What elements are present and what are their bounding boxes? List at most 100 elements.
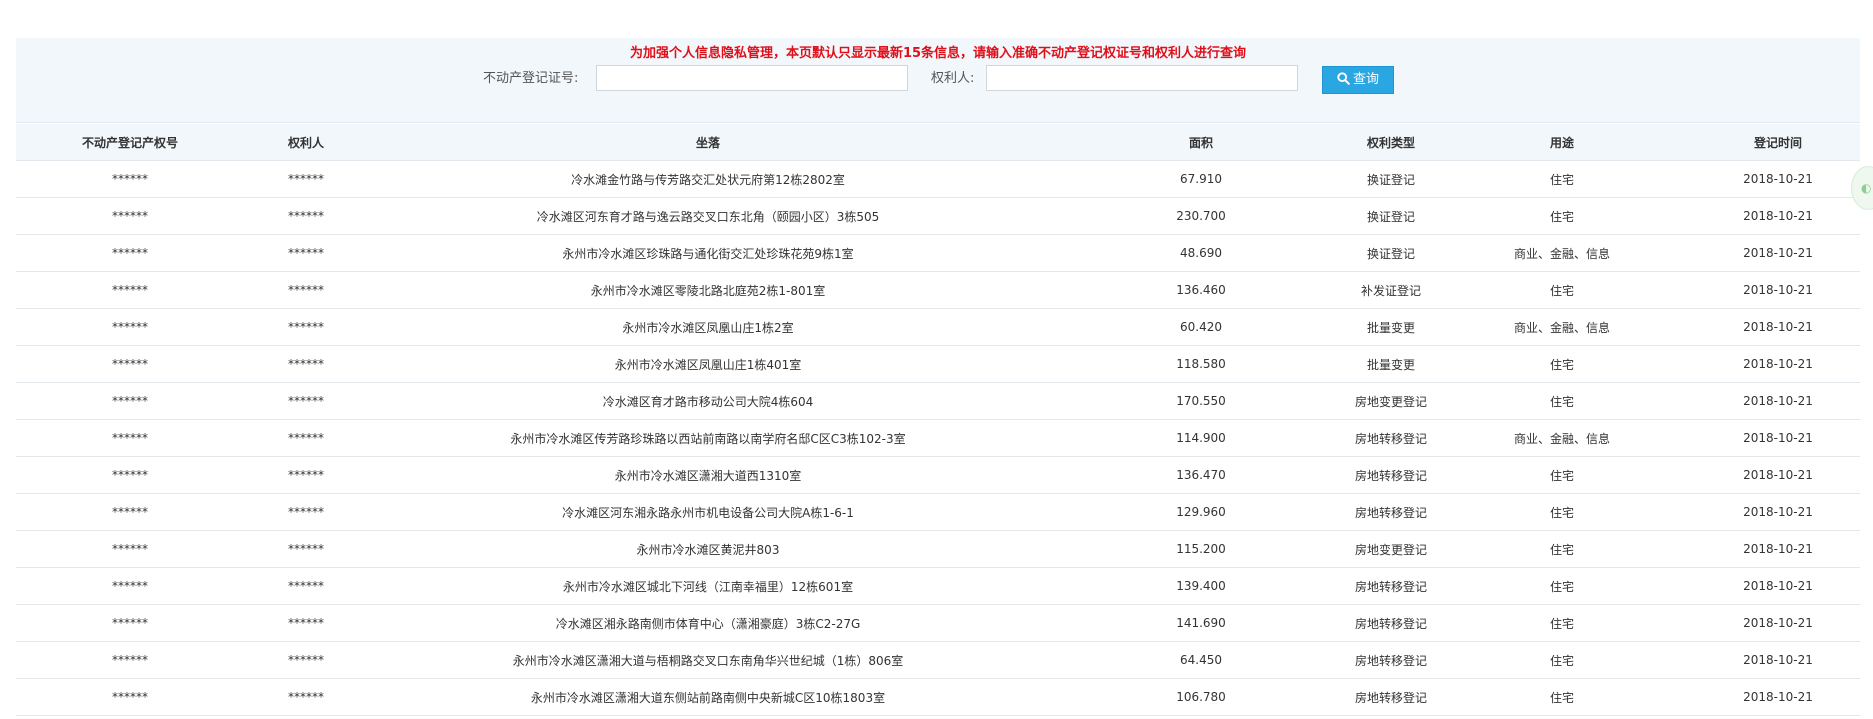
cell-usage: 商业、金融、信息 <box>1428 419 1696 457</box>
table-row: ****** ****** 永州市冷水滩区潇湘大道与梧桐路交叉口东南角华兴世纪城（1… <box>16 641 1860 679</box>
cell-cert-number: ****** <box>16 197 244 235</box>
cell-right-type: 批量变更 <box>1354 345 1428 383</box>
cell-location: 冷水滩区育才路市移动公司大院4栋604 <box>368 382 1048 420</box>
cell-owner: ****** <box>244 382 368 420</box>
cell-owner: ****** <box>244 271 368 309</box>
cell-cert-number: ****** <box>16 382 244 420</box>
cell-area: 136.460 <box>1048 271 1354 309</box>
cell-location: 冷水滩区河东育才路与逸云路交叉口东北角（颐园小区）3栋505 <box>368 197 1048 235</box>
cell-area: 136.470 <box>1048 456 1354 494</box>
cell-usage: 住宅 <box>1428 382 1696 420</box>
cell-reg-date: 2018-10-21 <box>1696 308 1860 346</box>
cell-location: 永州市冷水滩区潇湘大道东侧站前路南侧中央新城C区10栋1803室 <box>368 678 1048 716</box>
table-row: ****** ****** 冷水滩区育才路市移动公司大院4栋604 170.550 房地… <box>16 382 1860 420</box>
cell-usage: 住宅 <box>1428 345 1696 383</box>
cell-owner: ****** <box>244 493 368 531</box>
cell-owner: ****** <box>244 641 368 679</box>
cell-usage: 住宅 <box>1428 641 1696 679</box>
owner-input[interactable] <box>986 65 1298 91</box>
cell-cert-number: ****** <box>16 641 244 679</box>
cell-owner: ****** <box>244 678 368 716</box>
table-row: ****** ****** 永州市冷水滩区传芳路珍珠路以西站前南路以南学府名邸C区C… <box>16 419 1860 457</box>
header-reg-date: 登记时间 <box>1696 124 1860 161</box>
cell-right-type: 批量变更 <box>1354 308 1428 346</box>
cell-owner: ****** <box>244 197 368 235</box>
cell-reg-date: 2018-10-21 <box>1696 197 1860 235</box>
cell-right-type: 换证登记 <box>1354 160 1428 198</box>
cell-usage: 住宅 <box>1428 197 1696 235</box>
cell-location: 永州市冷水滩区传芳路珍珠路以西站前南路以南学府名邸C区C3栋102-3室 <box>368 419 1048 457</box>
side-float-icon: ◐ <box>1861 181 1872 195</box>
header-area: 面积 <box>1048 124 1354 161</box>
cell-cert-number: ****** <box>16 308 244 346</box>
cell-right-type: 换证登记 <box>1354 234 1428 272</box>
cell-reg-date: 2018-10-21 <box>1696 493 1860 531</box>
cell-cert-number: ****** <box>16 271 244 309</box>
cell-right-type: 房地转移登记 <box>1354 567 1428 605</box>
cell-reg-date: 2018-10-21 <box>1696 641 1860 679</box>
cell-reg-date: 2018-10-21 <box>1696 382 1860 420</box>
cell-cert-number: ****** <box>16 530 244 568</box>
cert-number-label: 不动产登记证号: <box>483 71 579 86</box>
cell-reg-date: 2018-10-21 <box>1696 419 1860 457</box>
cell-cert-number: ****** <box>16 456 244 494</box>
cell-reg-date: 2018-10-21 <box>1696 604 1860 642</box>
cell-usage: 住宅 <box>1428 271 1696 309</box>
table-body: ****** ****** 冷水滩金竹路与传芳路交汇处状元府第12栋2802室 67.… <box>16 160 1860 716</box>
query-button[interactable]: 查询 <box>1322 66 1394 94</box>
cell-usage: 住宅 <box>1428 456 1696 494</box>
cell-reg-date: 2018-10-21 <box>1696 271 1860 309</box>
cell-usage: 住宅 <box>1428 604 1696 642</box>
query-button-label: 查询 <box>1352 72 1379 87</box>
cell-usage: 住宅 <box>1428 567 1696 605</box>
cell-usage: 住宅 <box>1428 160 1696 198</box>
cell-area: 48.690 <box>1048 234 1354 272</box>
cell-reg-date: 2018-10-21 <box>1696 234 1860 272</box>
cert-number-input[interactable] <box>596 65 908 91</box>
cell-right-type: 房地转移登记 <box>1354 456 1428 494</box>
cell-owner: ****** <box>244 160 368 198</box>
table-header-row: 不动产登记产权号 权利人 坐落 面积 权利类型 用途 登记时间 <box>16 124 1860 161</box>
cell-area: 67.910 <box>1048 160 1354 198</box>
cell-cert-number: ****** <box>16 419 244 457</box>
cell-right-type: 房地变更登记 <box>1354 382 1428 420</box>
cell-location: 冷水滩金竹路与传芳路交汇处状元府第12栋2802室 <box>368 160 1048 198</box>
cell-location: 永州市冷水滩区黄泥井803 <box>368 530 1048 568</box>
cell-reg-date: 2018-10-21 <box>1696 567 1860 605</box>
cell-owner: ****** <box>244 604 368 642</box>
cell-area: 64.450 <box>1048 641 1354 679</box>
cell-usage: 商业、金融、信息 <box>1428 308 1696 346</box>
cell-area: 106.780 <box>1048 678 1354 716</box>
cell-location: 永州市冷水滩区潇湘大道与梧桐路交叉口东南角华兴世纪城（1栋）806室 <box>368 641 1048 679</box>
header-usage: 用途 <box>1428 124 1696 161</box>
cell-right-type: 房地转移登记 <box>1354 493 1428 531</box>
cell-cert-number: ****** <box>16 160 244 198</box>
cell-usage: 住宅 <box>1428 493 1696 531</box>
header-right-type: 权利类型 <box>1354 124 1428 161</box>
table-row: ****** ****** 永州市冷水滩区凤凰山庄1栋401室 118.580 批量变更… <box>16 345 1860 383</box>
header-owner: 权利人 <box>244 124 368 161</box>
cell-area: 170.550 <box>1048 382 1354 420</box>
table-row: ****** ****** 冷水滩区河东湘永路永州市机电设备公司大院A栋1-6-1 1… <box>16 493 1860 531</box>
cell-area: 141.690 <box>1048 604 1354 642</box>
cell-owner: ****** <box>244 234 368 272</box>
cell-location: 冷水滩区河东湘永路永州市机电设备公司大院A栋1-6-1 <box>368 493 1048 531</box>
search-icon <box>1337 72 1350 85</box>
cell-owner: ****** <box>244 530 368 568</box>
table-row: ****** ****** 永州市冷水滩区珍珠路与通化街交汇处珍珠花苑9栋1室 48.… <box>16 234 1860 272</box>
cell-area: 60.420 <box>1048 308 1354 346</box>
page: 为加强个人信息隐私管理，本页默认只显示最新15条信息，请输入准确不动产登记权证号… <box>0 0 1873 719</box>
cell-area: 129.960 <box>1048 493 1354 531</box>
results-table: 不动产登记产权号 权利人 坐落 面积 权利类型 用途 登记时间 ****** ****** 冷水… <box>16 124 1860 716</box>
table-row: ****** ****** 永州市冷水滩区凤凰山庄1栋2室 60.420 批量变更 商业、… <box>16 308 1860 346</box>
cell-location: 永州市冷水滩区珍珠路与通化街交汇处珍珠花苑9栋1室 <box>368 234 1048 272</box>
table-row: ****** ****** 冷水滩金竹路与传芳路交汇处状元府第12栋2802室 67.… <box>16 160 1860 198</box>
cell-usage: 住宅 <box>1428 678 1696 716</box>
cell-area: 118.580 <box>1048 345 1354 383</box>
cell-reg-date: 2018-10-21 <box>1696 678 1860 716</box>
cell-area: 230.700 <box>1048 197 1354 235</box>
table-row: ****** ****** 永州市冷水滩区零陵北路北庭苑2栋1-801室 136.46… <box>16 271 1860 309</box>
header-location: 坐落 <box>368 124 1048 161</box>
cell-cert-number: ****** <box>16 604 244 642</box>
cell-owner: ****** <box>244 308 368 346</box>
